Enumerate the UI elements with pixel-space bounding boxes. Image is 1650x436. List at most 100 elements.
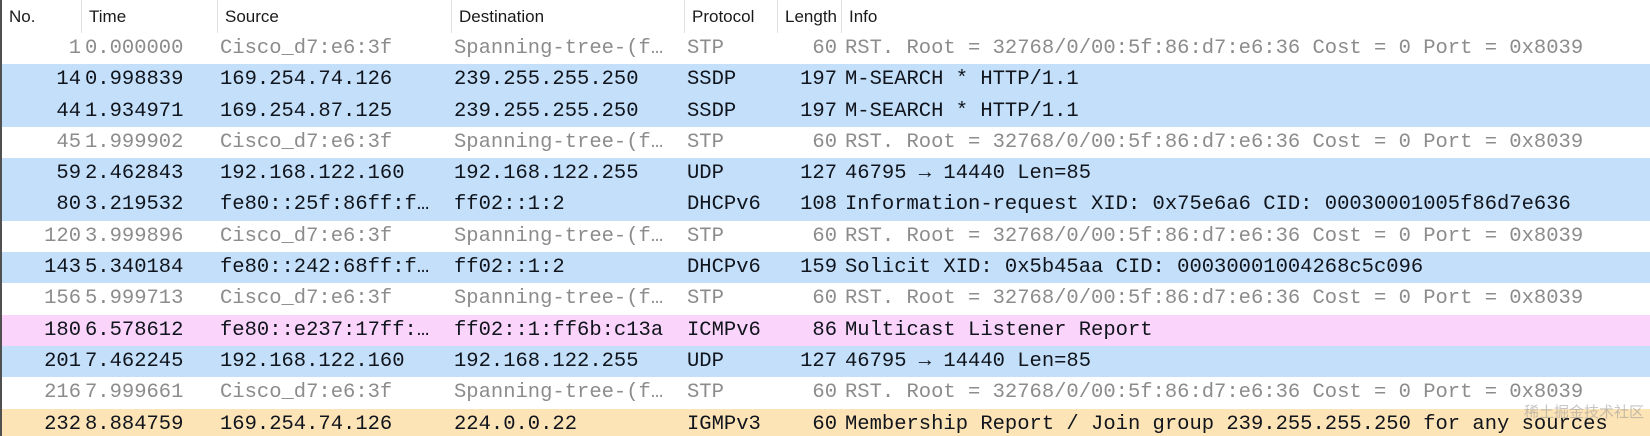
packet-protocol: DHCPv6 <box>687 193 761 217</box>
packet-time: 7.462245 <box>85 349 184 373</box>
packet-length: 197 <box>800 99 837 123</box>
packet-source: Cisco_d7:e6:3f <box>220 224 393 248</box>
packet-no: 216 <box>44 381 81 405</box>
packet-no: 45 <box>56 130 81 154</box>
packet-no: 201 <box>44 349 81 373</box>
packet-no: 232 <box>44 412 81 436</box>
packet-length: 60 <box>812 130 837 154</box>
packet-length: 159 <box>800 256 837 280</box>
packet-row[interactable]: 156 5.999713 Cisco_d7:e6:3f Spanning-tree-(… <box>2 283 1650 315</box>
column-header-info[interactable]: Info <box>842 0 1650 33</box>
packet-no: 143 <box>44 256 81 280</box>
packet-length: 197 <box>800 68 837 92</box>
packet-no: 14 <box>56 68 81 92</box>
packet-source: Cisco_d7:e6:3f <box>220 37 393 60</box>
packet-destination: Spanning-tree-(f… <box>454 381 664 405</box>
column-header-time[interactable]: Time <box>82 0 218 33</box>
packet-info: RST. Root = 32768/0/00:5f:86:d7:e6:36 Co… <box>845 381 1584 405</box>
packet-protocol: UDP <box>687 349 724 373</box>
packet-protocol: ICMPv6 <box>687 318 761 342</box>
packet-info: Information-request XID: 0x75e6a6 CID: 0… <box>845 193 1571 217</box>
packet-time: 5.999713 <box>85 287 184 311</box>
packet-time: 7.999661 <box>85 381 184 405</box>
column-header-no[interactable]: No. <box>2 0 82 33</box>
packet-length: 60 <box>812 224 837 248</box>
packet-protocol: STP <box>687 381 724 405</box>
packet-list[interactable]: No. Time Source Destination Protocol Len… <box>0 0 1650 436</box>
packet-length: 60 <box>812 37 837 60</box>
packet-row[interactable]: 201 7.462245 192.168.122.160 192.168.122.25… <box>2 345 1650 378</box>
packet-destination: 192.168.122.255 <box>454 349 639 373</box>
packet-destination: 192.168.122.255 <box>454 162 639 186</box>
packet-row[interactable]: 44 1.934971 169.254.87.125 239.255.255.250 S… <box>2 95 1650 127</box>
packet-info: RST. Root = 32768/0/00:5f:86:d7:e6:36 Co… <box>845 287 1584 311</box>
packet-length: 108 <box>800 193 837 217</box>
packet-time: 0.000000 <box>85 37 184 60</box>
packet-source: 192.168.122.160 <box>220 162 405 186</box>
packet-row[interactable]: 14 0.998839 169.254.74.126 239.255.255.250 S… <box>2 64 1650 96</box>
packet-destination: Spanning-tree-(f… <box>454 287 664 311</box>
packet-info: 46795 → 14440 Len=85 <box>845 162 1092 186</box>
packet-row[interactable]: 45 1.999902 Cisco_d7:e6:3f Spanning-tree-(f… <box>2 126 1650 159</box>
packet-destination: ff02::1:2 <box>454 256 565 280</box>
packet-time: 5.340184 <box>85 256 184 280</box>
packet-source: Cisco_d7:e6:3f <box>220 381 393 405</box>
packet-row[interactable]: 120 3.999896 Cisco_d7:e6:3f Spanning-tree-(… <box>2 220 1650 253</box>
packet-row[interactable]: 232 8.884759 169.254.74.126 224.0.0.22 IGMPv… <box>2 408 1650 436</box>
packet-no: 120 <box>44 224 81 248</box>
packet-row[interactable]: 59 2.462843 192.168.122.160 192.168.122.255… <box>2 158 1650 190</box>
packet-destination: ff02::1:2 <box>454 193 565 217</box>
packet-destination: ff02::1:ff6b:c13a <box>454 318 664 342</box>
packet-row[interactable]: 80 3.219532 fe80::25f:86ff:f… ff02::1:2 DHCP… <box>2 189 1650 221</box>
packet-info: M-SEARCH * HTTP/1.1 <box>845 68 1079 92</box>
packet-source: fe80::242:68ff:f… <box>220 256 430 280</box>
packet-time: 0.998839 <box>85 68 184 92</box>
packet-rows: 1 0.000000 Cisco_d7:e6:3f Spanning-tree-(f…… <box>2 33 1650 436</box>
packet-time: 1.934971 <box>85 99 184 123</box>
packet-length: 86 <box>812 318 837 342</box>
packet-no: 44 <box>56 99 81 123</box>
packet-length: 60 <box>812 287 837 311</box>
packet-protocol: STP <box>687 130 724 154</box>
column-header-destination[interactable]: Destination <box>452 0 685 33</box>
packet-info: RST. Root = 32768/0/00:5f:86:d7:e6:36 Co… <box>845 224 1584 248</box>
packet-destination: 239.255.255.250 <box>454 99 639 123</box>
packet-no: 180 <box>44 318 81 342</box>
packet-time: 6.578612 <box>85 318 184 342</box>
packet-length: 127 <box>800 162 837 186</box>
packet-destination: Spanning-tree-(f… <box>454 130 664 154</box>
packet-length: 60 <box>812 381 837 405</box>
packet-source: Cisco_d7:e6:3f <box>220 130 393 154</box>
packet-destination: 224.0.0.22 <box>454 412 578 436</box>
packet-time: 1.999902 <box>85 130 184 154</box>
packet-destination: Spanning-tree-(f… <box>454 224 664 248</box>
packet-row[interactable]: 180 6.578612 fe80::e237:17ff:… ff02::1:ff6b… <box>2 314 1650 346</box>
packet-protocol: SSDP <box>687 68 737 92</box>
column-header-length[interactable]: Length <box>778 0 842 33</box>
packet-protocol: DHCPv6 <box>687 256 761 280</box>
packet-destination: Spanning-tree-(f… <box>454 37 664 60</box>
packet-source: 192.168.122.160 <box>220 349 405 373</box>
packet-source: 169.254.74.126 <box>220 412 393 436</box>
column-header-bar: No. Time Source Destination Protocol Len… <box>2 0 1650 34</box>
column-header-protocol[interactable]: Protocol <box>685 0 778 33</box>
packet-no: 156 <box>44 287 81 311</box>
packet-source: fe80::e237:17ff:… <box>220 318 430 342</box>
packet-info: Multicast Listener Report <box>845 318 1153 342</box>
packet-row[interactable]: 216 7.999661 Cisco_d7:e6:3f Spanning-tree-(… <box>2 377 1650 409</box>
packet-protocol: STP <box>687 224 724 248</box>
packet-no: 1 <box>68 37 81 60</box>
packet-protocol: STP <box>687 37 724 60</box>
packet-protocol: STP <box>687 287 724 311</box>
column-header-source[interactable]: Source <box>218 0 452 33</box>
packet-row[interactable]: 143 5.340184 fe80::242:68ff:f… ff02::1:2 DHC… <box>2 252 1650 284</box>
packet-source: 169.254.87.125 <box>220 99 393 123</box>
packet-time: 3.999896 <box>85 224 184 248</box>
packet-source: fe80::25f:86ff:f… <box>220 193 430 217</box>
packet-info: M-SEARCH * HTTP/1.1 <box>845 99 1079 123</box>
packet-time: 2.462843 <box>85 162 184 186</box>
packet-source: Cisco_d7:e6:3f <box>220 287 393 311</box>
packet-row[interactable]: 1 0.000000 Cisco_d7:e6:3f Spanning-tree-(f…… <box>2 33 1650 65</box>
packet-no: 80 <box>56 193 81 217</box>
packet-destination: 239.255.255.250 <box>454 68 639 92</box>
